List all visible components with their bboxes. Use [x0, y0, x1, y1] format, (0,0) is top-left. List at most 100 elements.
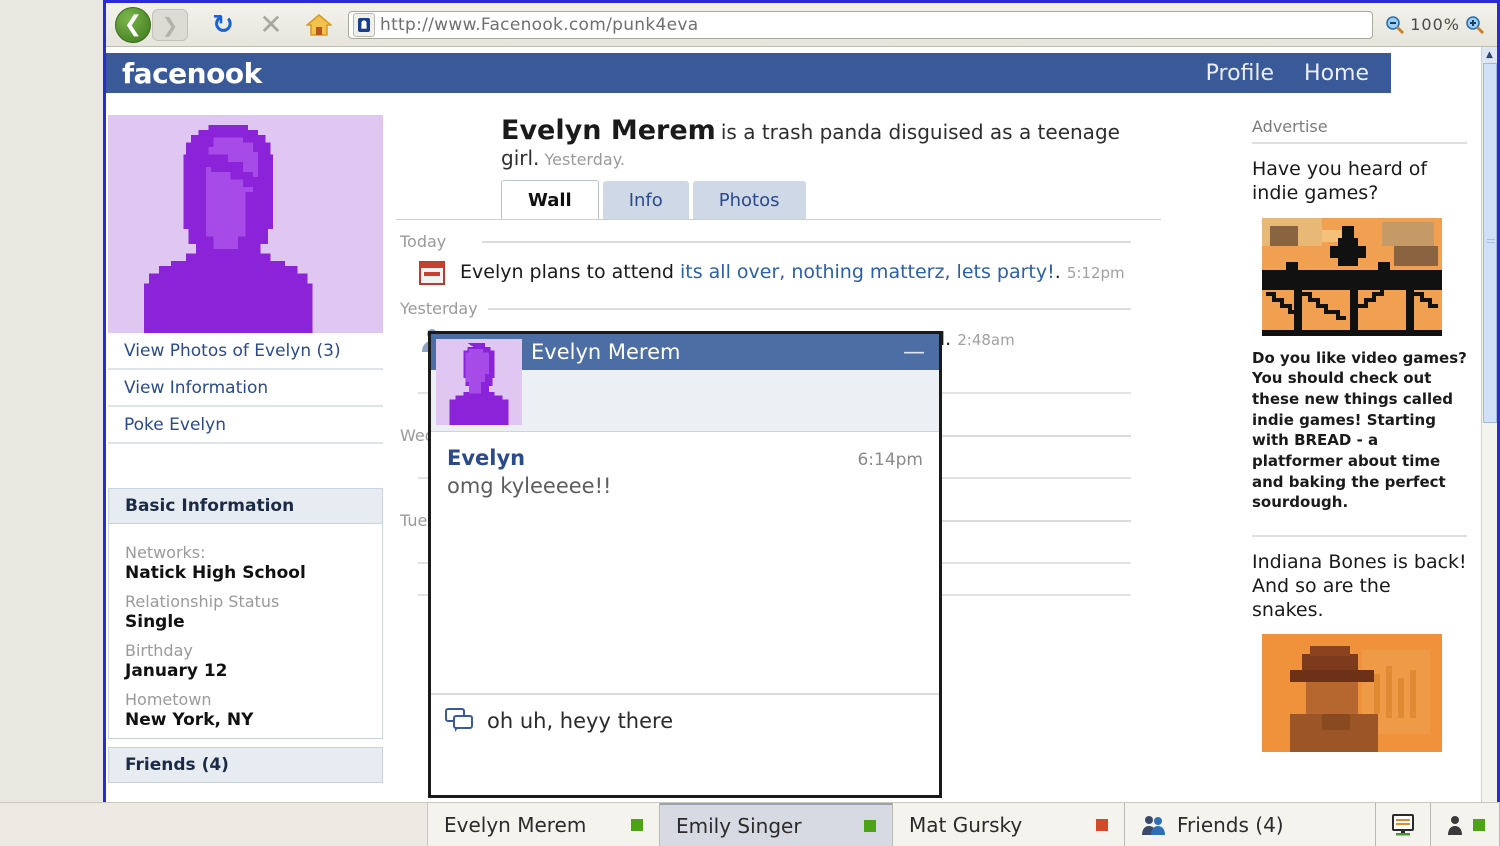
nav-button-group: ❮ ❯ — [112, 6, 196, 44]
day-label: Yesterday — [400, 299, 478, 318]
site-header: facenook Profile Home — [106, 53, 1391, 93]
profile-avatar[interactable] — [108, 115, 383, 333]
scrollbar-thumb[interactable] — [1483, 63, 1497, 423]
chat-message: Evelyn 6:14pm — [447, 446, 923, 470]
user-status-icon — [1448, 815, 1462, 835]
security-lock-icon — [353, 12, 375, 37]
chat-title-text: Evelyn Merem — [531, 340, 681, 364]
taskbar-chat-evelyn-merem[interactable]: Evelyn Merem — [428, 803, 660, 846]
field-value-relationship: Single — [125, 612, 185, 632]
field-label-birthday: Birthday — [125, 641, 193, 660]
notifications-board-icon — [1392, 813, 1414, 835]
field-value-networks: Natick High School — [125, 563, 306, 583]
scrollbar-grip — [1487, 239, 1495, 245]
day-separator-yesterday: Yesterday — [396, 295, 1161, 320]
tab-info[interactable]: Info — [602, 181, 689, 219]
field-label-relationship: Relationship Status — [125, 592, 280, 611]
ad-image-indiana-bones — [1262, 634, 1442, 753]
wall-post: Evelyn plans to attend its all over, not… — [396, 253, 1161, 295]
wall-post-time: 5:12pm — [1066, 264, 1125, 282]
chat-input-value[interactable]: oh uh, heyy there — [487, 707, 673, 733]
url-text: http://www.Facenook.com/punk4eva — [380, 14, 699, 35]
site-logo[interactable]: facenook — [122, 57, 262, 90]
calendar-event-icon — [418, 259, 446, 287]
day-rule — [482, 240, 1131, 243]
home-icon — [306, 13, 332, 36]
day-separator-today: Today — [396, 228, 1161, 253]
vertical-scrollbar[interactable]: ▲ ▼ — [1481, 47, 1497, 843]
zoom-controls: 100% — [1379, 15, 1491, 35]
chat-avatar[interactable] — [436, 339, 522, 425]
day-label: Today — [400, 232, 447, 251]
scroll-up-arrow-icon[interactable]: ▲ — [1482, 47, 1497, 63]
back-arrow-icon: ❮ — [115, 6, 151, 43]
screen: ❮ ❯ ↻ ✕ http://www.Facenook.com/punk4eva… — [0, 0, 1500, 846]
left-sidebar: View Photos of Evelyn (3) View Informati… — [108, 115, 383, 783]
friends-panel: Friends (4) — [108, 747, 383, 783]
taskbar-spacer — [0, 803, 428, 846]
wall-post-time: 2:48am — [957, 331, 1015, 349]
address-bar[interactable]: http://www.Facenook.com/punk4eva — [348, 10, 1374, 39]
taskbar-chat-mat-gursky[interactable]: Mat Gursky — [893, 803, 1125, 846]
zoom-in-icon[interactable] — [1465, 15, 1485, 35]
chat-message-sender: Evelyn — [447, 446, 526, 470]
back-button[interactable]: ❮ — [112, 6, 154, 44]
field-value-hometown: New York, NY — [125, 710, 254, 730]
friends-heading: Friends (4) — [109, 748, 382, 782]
chat-window: Evelyn Merem — Evelyn 6:14pm omg kyleeee… — [428, 331, 942, 798]
field-value-birthday: January 12 — [125, 661, 228, 681]
reload-icon: ↻ — [212, 9, 234, 40]
tab-photos[interactable]: Photos — [692, 181, 806, 219]
ad-item[interactable]: Have you heard of indie games? Do you li… — [1252, 158, 1467, 513]
stop-icon: ✕ — [259, 7, 283, 41]
tab-wall[interactable]: Wall — [501, 180, 599, 219]
profile-name: Evelyn Merem — [501, 115, 716, 146]
wall-post-suffix: . — [1054, 261, 1061, 283]
ad-body: Do you like video games? You should chec… — [1252, 348, 1467, 512]
avatar-silhouette-icon — [436, 339, 522, 425]
field-label-hometown: Hometown — [125, 690, 212, 709]
taskbar-friends-button[interactable]: Friends (4) — [1125, 803, 1376, 846]
forward-button[interactable]: ❯ — [152, 6, 196, 44]
status-dot-online — [864, 819, 876, 832]
avatar-silhouette-icon — [109, 115, 382, 333]
field-label-networks: Networks: — [125, 543, 206, 562]
site-nav: Profile Home — [1206, 61, 1369, 86]
basic-information-panel: Basic Information Networks: Natick High … — [108, 488, 383, 739]
ad-item[interactable]: Indiana Bones is back! And so are the sn… — [1252, 551, 1467, 753]
taskbar-notifications-button[interactable] — [1376, 803, 1431, 846]
wall-post-prefix: Evelyn plans to attend — [460, 261, 680, 283]
chat-taskbar: Evelyn Merem Emily Singer Mat Gursky Fri… — [0, 802, 1500, 846]
taskbar-chat-name: Mat Gursky — [909, 812, 1023, 837]
minimize-icon[interactable]: — — [903, 341, 925, 363]
browser-toolbar: ❮ ❯ ↻ ✕ http://www.Facenook.com/punk4eva… — [106, 3, 1497, 47]
chat-message-text: omg kyleeeee!! — [447, 474, 612, 498]
reload-button[interactable]: ↻ — [202, 6, 244, 44]
ad-title: Indiana Bones is back! And so are the sn… — [1252, 551, 1467, 621]
ad-title: Have you heard of indie games? — [1252, 158, 1428, 204]
chat-bubbles-icon — [445, 708, 473, 732]
basic-information-fields: Networks: Natick High School Relationshi… — [109, 524, 382, 738]
profile-header: Evelyn Merem is a trash panda disguised … — [396, 107, 1161, 170]
chat-message-list: Evelyn 6:14pm omg kyleeeee!! — [431, 432, 939, 693]
nav-home[interactable]: Home — [1304, 61, 1369, 86]
chat-message-time: 6:14pm — [857, 450, 923, 470]
link-view-information[interactable]: View Information — [108, 370, 383, 407]
taskbar-friends-label: Friends (4) — [1177, 812, 1284, 837]
profile-status-time: Yesterday. — [544, 150, 625, 169]
profile-tabs: Wall Info Photos — [396, 180, 1161, 219]
advertise-sidebar: Advertise Have you heard of indie games? — [1252, 117, 1467, 753]
home-button[interactable] — [298, 6, 340, 44]
ad-image-indie-games — [1262, 217, 1442, 336]
link-view-photos[interactable]: View Photos of Evelyn (3) — [108, 333, 383, 370]
wall-post-link[interactable]: its all over, nothing matterz, lets part… — [680, 261, 1055, 283]
stop-button[interactable]: ✕ — [250, 6, 292, 44]
chat-input-area[interactable]: oh uh, heyy there — [431, 693, 939, 795]
link-poke-evelyn[interactable]: Poke Evelyn — [108, 407, 383, 444]
advertise-heading: Advertise — [1252, 117, 1467, 144]
nav-profile[interactable]: Profile — [1206, 61, 1274, 86]
zoom-out-icon[interactable] — [1385, 15, 1405, 35]
taskbar-user-button[interactable] — [1431, 803, 1500, 846]
taskbar-chat-emily-singer[interactable]: Emily Singer — [660, 803, 893, 846]
status-dot-online — [631, 818, 643, 831]
